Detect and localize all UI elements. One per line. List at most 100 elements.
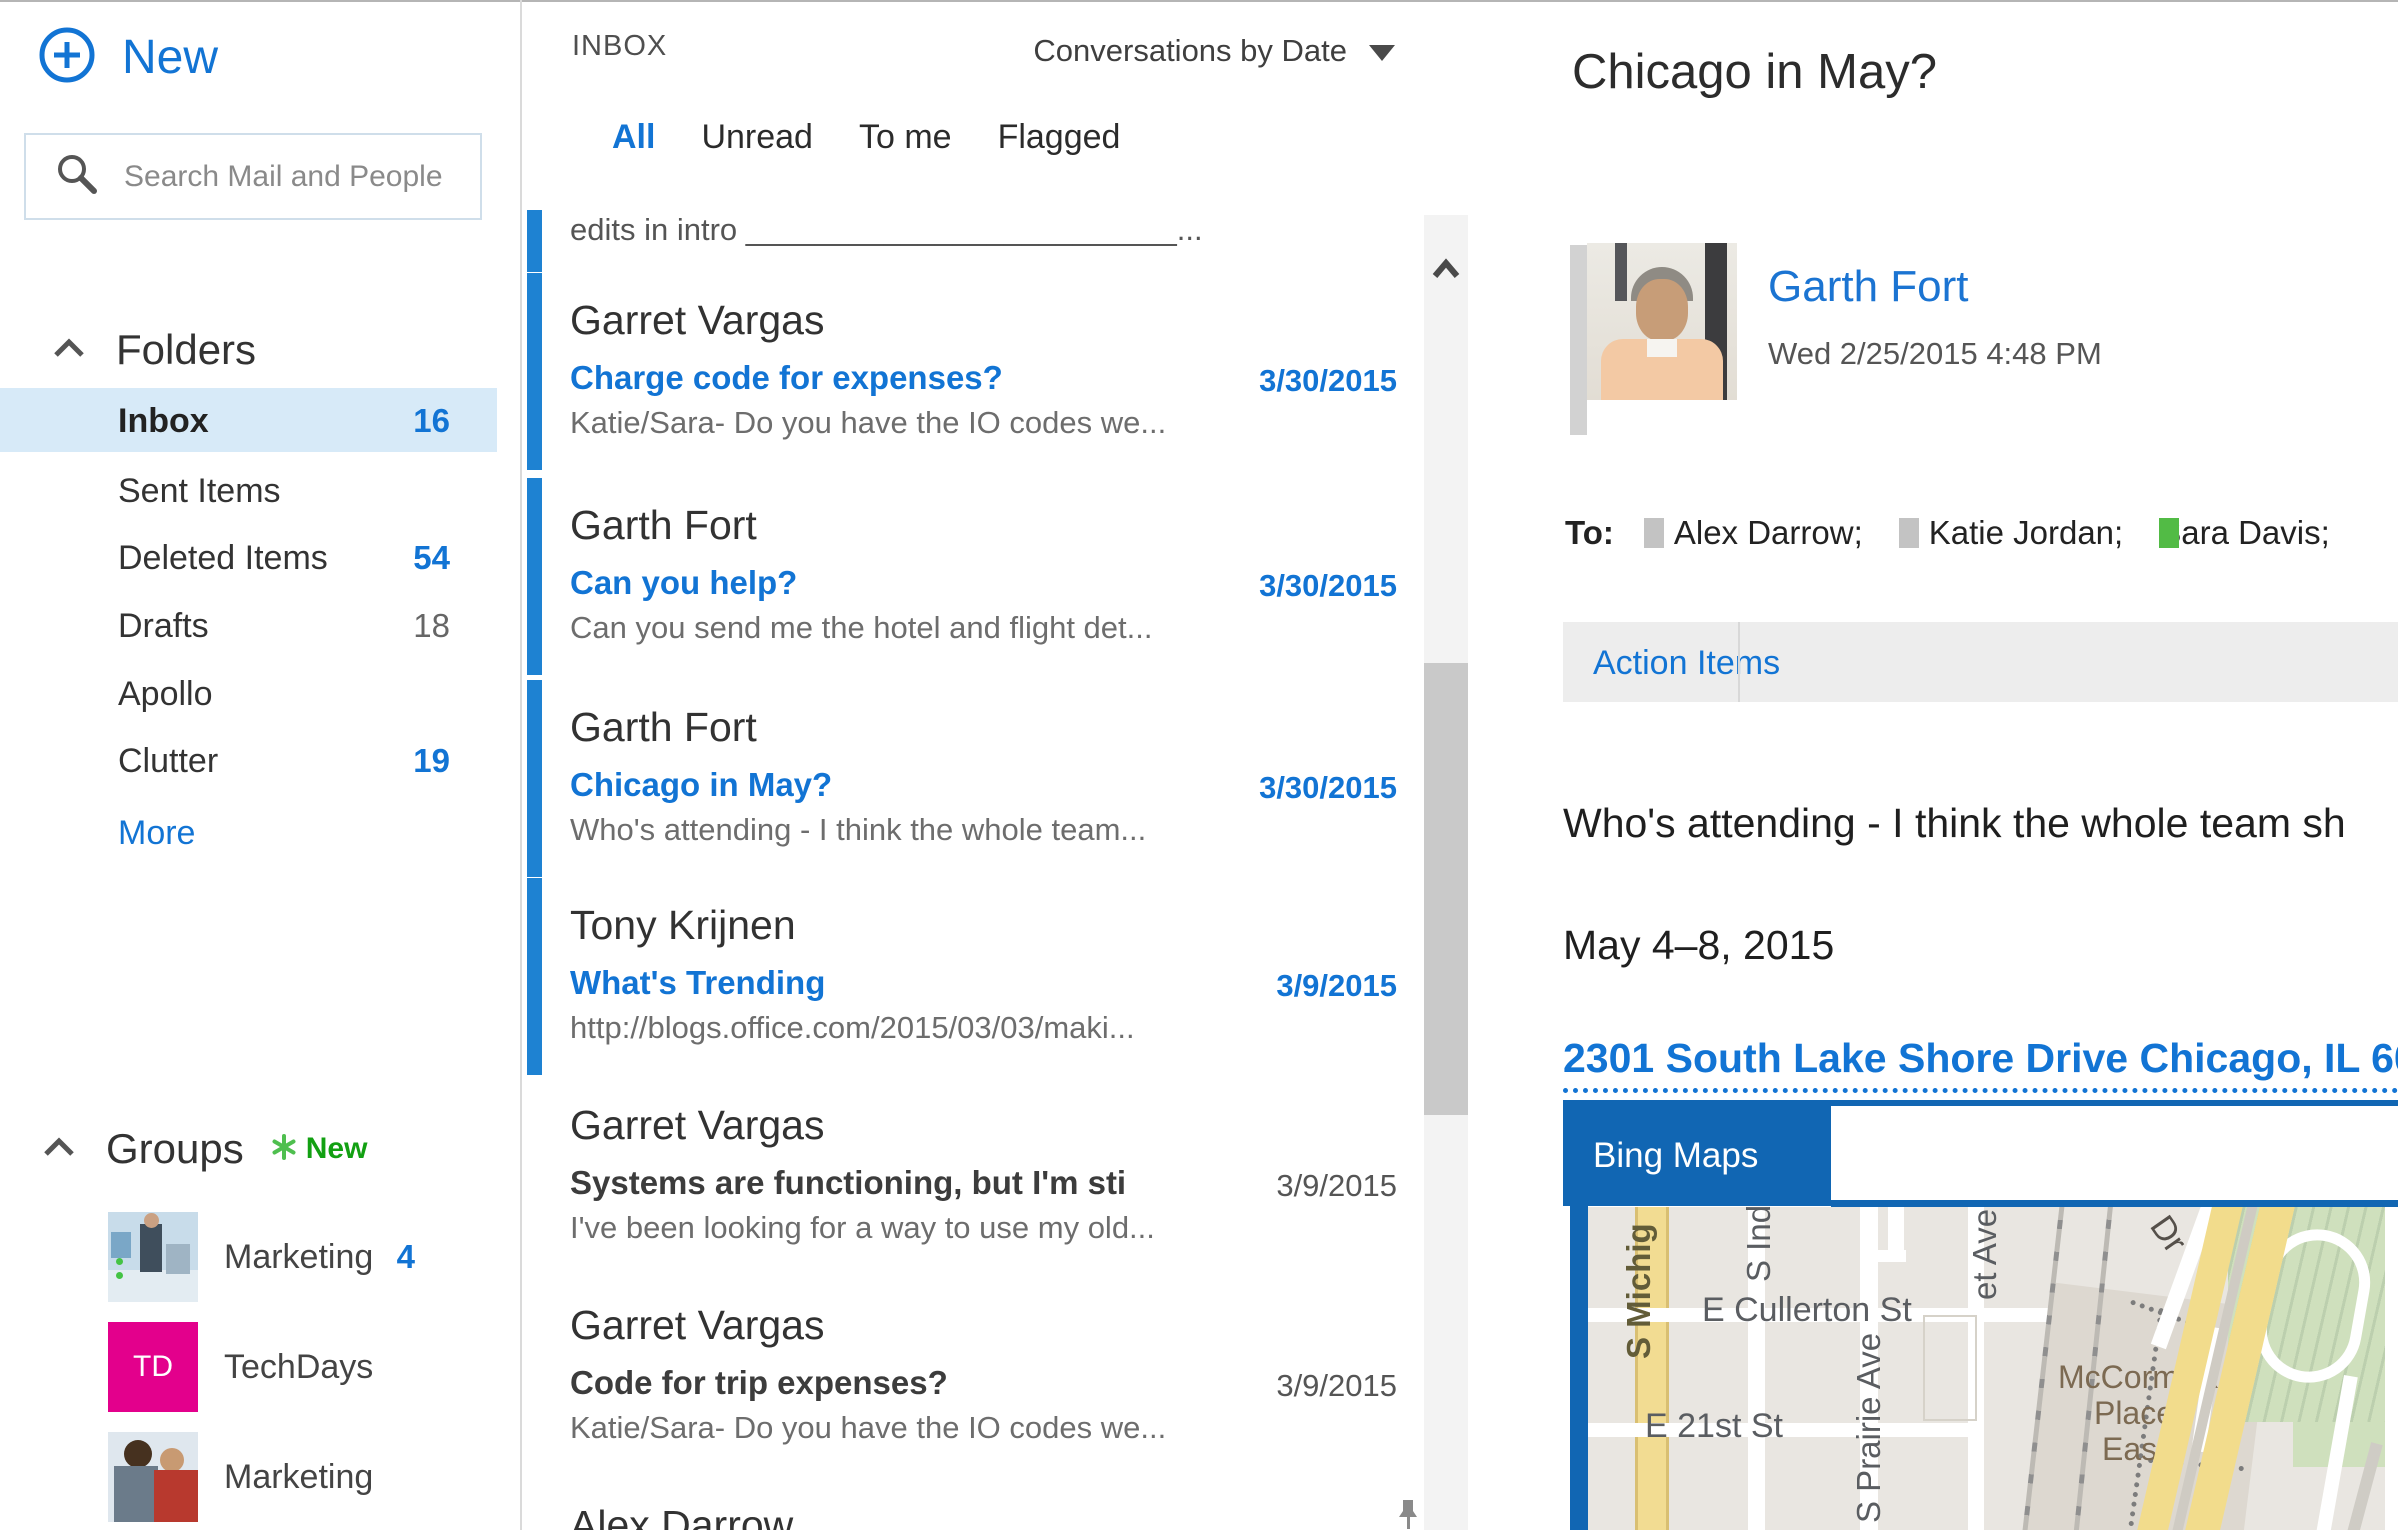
tab-action-items[interactable]: Action Items xyxy=(1593,644,1780,683)
group-avatar xyxy=(108,1432,198,1522)
presence-indicator-offline xyxy=(1644,518,1664,548)
search-input[interactable] xyxy=(122,159,466,195)
email-item[interactable]: Garret Vargas Systems are functioning, b… xyxy=(521,1078,1410,1275)
group-label: Marketing xyxy=(224,1238,372,1277)
email-preview: http://blogs.office.com/2015/03/03/maki.… xyxy=(570,1010,1135,1046)
email-preview: Katie/Sara- Do you have the IO codes we.… xyxy=(570,1410,1166,1446)
new-button-label: New xyxy=(122,30,218,85)
email-item[interactable]: Garth Fort Can you help? 3/30/2015 Can y… xyxy=(521,478,1410,675)
address-link-underline xyxy=(1563,1088,2398,1093)
email-subject: Systems are functioning, but I'm sti xyxy=(570,1164,1126,1202)
folder-unread-count: 19 xyxy=(413,742,450,780)
unread-indicator-bar xyxy=(527,273,542,470)
email-sender: Tony Krijnen xyxy=(570,902,796,949)
groups-new-badge: New xyxy=(270,1132,368,1166)
recipient-katie-jordan[interactable]: Katie Jordan; xyxy=(1899,514,2123,552)
scrollbar-up-arrow-icon[interactable] xyxy=(1431,258,1461,285)
map-canvas[interactable]: S Michig S Indi E Cullerton St S Prairie… xyxy=(1588,1207,2385,1530)
search-box[interactable] xyxy=(24,133,482,220)
folder-label: Deleted Items xyxy=(118,539,328,578)
map-road-jog-connector xyxy=(1860,1250,1906,1262)
folder-unread-count: 16 xyxy=(413,402,450,440)
email-subject: Chicago in May? xyxy=(570,766,832,804)
map-label-indiana: S Indi xyxy=(1740,1207,1778,1282)
recipient-alex-darrow[interactable]: Alex Darrow; xyxy=(1644,514,1863,552)
map-frame-border-top xyxy=(1831,1200,2398,1207)
bing-maps-tab-label: Bing Maps xyxy=(1593,1136,1758,1176)
message-sent-timestamp: Wed 2/25/2015 4:48 PM xyxy=(1768,336,2102,372)
message-subject-title: Chicago in May? xyxy=(1572,44,1937,100)
recipient-name: Katie Jordan; xyxy=(1929,514,2123,552)
more-folders-link[interactable]: More xyxy=(118,814,195,853)
unread-indicator-bar xyxy=(527,878,542,1075)
sidebar-item-drafts[interactable]: Drafts 18 xyxy=(118,603,450,649)
recipient-name: Alex Darrow; xyxy=(1674,514,1863,552)
sidebar-item-inbox[interactable]: Inbox 16 xyxy=(118,398,450,444)
sparkle-icon xyxy=(270,1133,298,1166)
group-item-marketing-1[interactable]: Marketing 4 xyxy=(108,1212,415,1302)
recipient-sara-davis[interactable]: Sara Davis; xyxy=(2159,514,2330,552)
message-body-dates: May 4–8, 2015 xyxy=(1563,922,1834,969)
email-preview: I've been looking for a way to use my ol… xyxy=(570,1210,1155,1246)
sidebar-item-clutter[interactable]: Clutter 19 xyxy=(118,738,450,784)
email-date: 3/9/2015 xyxy=(1276,968,1397,1004)
groups-new-badge-label: New xyxy=(306,1132,368,1166)
folders-header-label: Folders xyxy=(116,326,256,374)
email-date: 3/30/2015 xyxy=(1259,568,1397,604)
email-item[interactable]: Garret Vargas Charge code for expenses? … xyxy=(521,273,1410,470)
map-parcel-outline xyxy=(1923,1315,1977,1421)
email-date: 3/30/2015 xyxy=(1259,363,1397,399)
email-sender: Alex Darrow xyxy=(570,1502,793,1530)
email-subject: Code for trip expenses? xyxy=(570,1364,948,1402)
sidebar-item-apollo[interactable]: Apollo xyxy=(118,671,450,717)
message-sender-link[interactable]: Garth Fort xyxy=(1768,262,1969,312)
group-item-marketing-2[interactable]: Marketing xyxy=(108,1432,415,1522)
folder-label: Sent Items xyxy=(118,472,281,511)
map-label-calumet: et Ave xyxy=(1966,1209,2004,1300)
bing-maps-widget: Bing Maps S Michig S Indi E Cullerton St… xyxy=(1563,1100,2398,1530)
sidebar-item-deleted-items[interactable]: Deleted Items 54 xyxy=(118,535,450,581)
email-item[interactable]: Alex Darrow xyxy=(521,1478,1410,1530)
group-item-techdays[interactable]: TD TechDays xyxy=(108,1322,415,1412)
email-preview: Who's attending - I think the whole team… xyxy=(570,812,1146,848)
apps-bar-divider xyxy=(1738,622,1740,702)
email-subject: Can you help? xyxy=(570,564,797,602)
list-scrollbar-thumb[interactable] xyxy=(1424,663,1468,1115)
pin-icon xyxy=(1394,1498,1422,1530)
folder-label: Clutter xyxy=(118,742,218,781)
email-preview: Can you send me the hotel and flight det… xyxy=(570,610,1153,646)
map-label-21st: E 21st St xyxy=(1645,1407,1783,1446)
sidebar-item-sent-items[interactable]: Sent Items xyxy=(118,468,450,514)
email-item[interactable]: Garret Vargas Code for trip expenses? 3/… xyxy=(521,1278,1410,1475)
message-gutter-bar xyxy=(1570,245,1587,435)
recipients-row: To: Alex Darrow; Katie Jordan; Sara Davi… xyxy=(1565,514,2366,552)
email-subject: What's Trending xyxy=(570,964,825,1002)
map-label-cullerton: E Cullerton St xyxy=(1702,1291,1912,1330)
email-list: Garret Vargas Charge code for expenses? … xyxy=(521,0,1410,1530)
to-label: To: xyxy=(1565,514,1614,552)
email-sender: Garth Fort xyxy=(570,704,757,751)
chevron-up-icon xyxy=(52,337,86,364)
sender-avatar xyxy=(1587,243,1737,400)
group-avatar-monogram: TD xyxy=(108,1322,198,1412)
email-item-selected-conversation[interactable]: Garth Fort Chicago in May? 3/30/2015 Who… xyxy=(521,680,1410,877)
message-apps-bar: Action Items xyxy=(1563,622,2398,702)
folder-label: Apollo xyxy=(118,675,213,714)
email-item[interactable]: Tony Krijnen What's Trending 3/9/2015 ht… xyxy=(521,878,1410,1075)
email-date: 3/30/2015 xyxy=(1259,770,1397,806)
address-link[interactable]: 2301 South Lake Shore Drive Chicago, IL … xyxy=(1563,1035,2398,1082)
folders-section-header[interactable]: Folders xyxy=(52,326,256,374)
group-label: Marketing xyxy=(224,1458,372,1497)
email-date: 3/9/2015 xyxy=(1276,1168,1397,1204)
email-sender: Garret Vargas xyxy=(570,297,824,344)
message-body-line: Who's attending - I think the whole team… xyxy=(1563,800,2398,847)
unread-indicator-bar xyxy=(527,478,542,675)
map-label-michigan: S Michig xyxy=(1620,1223,1658,1359)
email-sender: Garret Vargas xyxy=(570,1302,824,1349)
presence-indicator-available xyxy=(2159,518,2179,548)
bing-maps-tab[interactable]: Bing Maps xyxy=(1563,1106,1831,1206)
new-message-button[interactable]: New xyxy=(38,26,218,89)
group-avatar xyxy=(108,1212,198,1302)
groups-section-header[interactable]: Groups New xyxy=(42,1125,367,1173)
recipient-name: Sara Davis; xyxy=(2159,514,2330,552)
